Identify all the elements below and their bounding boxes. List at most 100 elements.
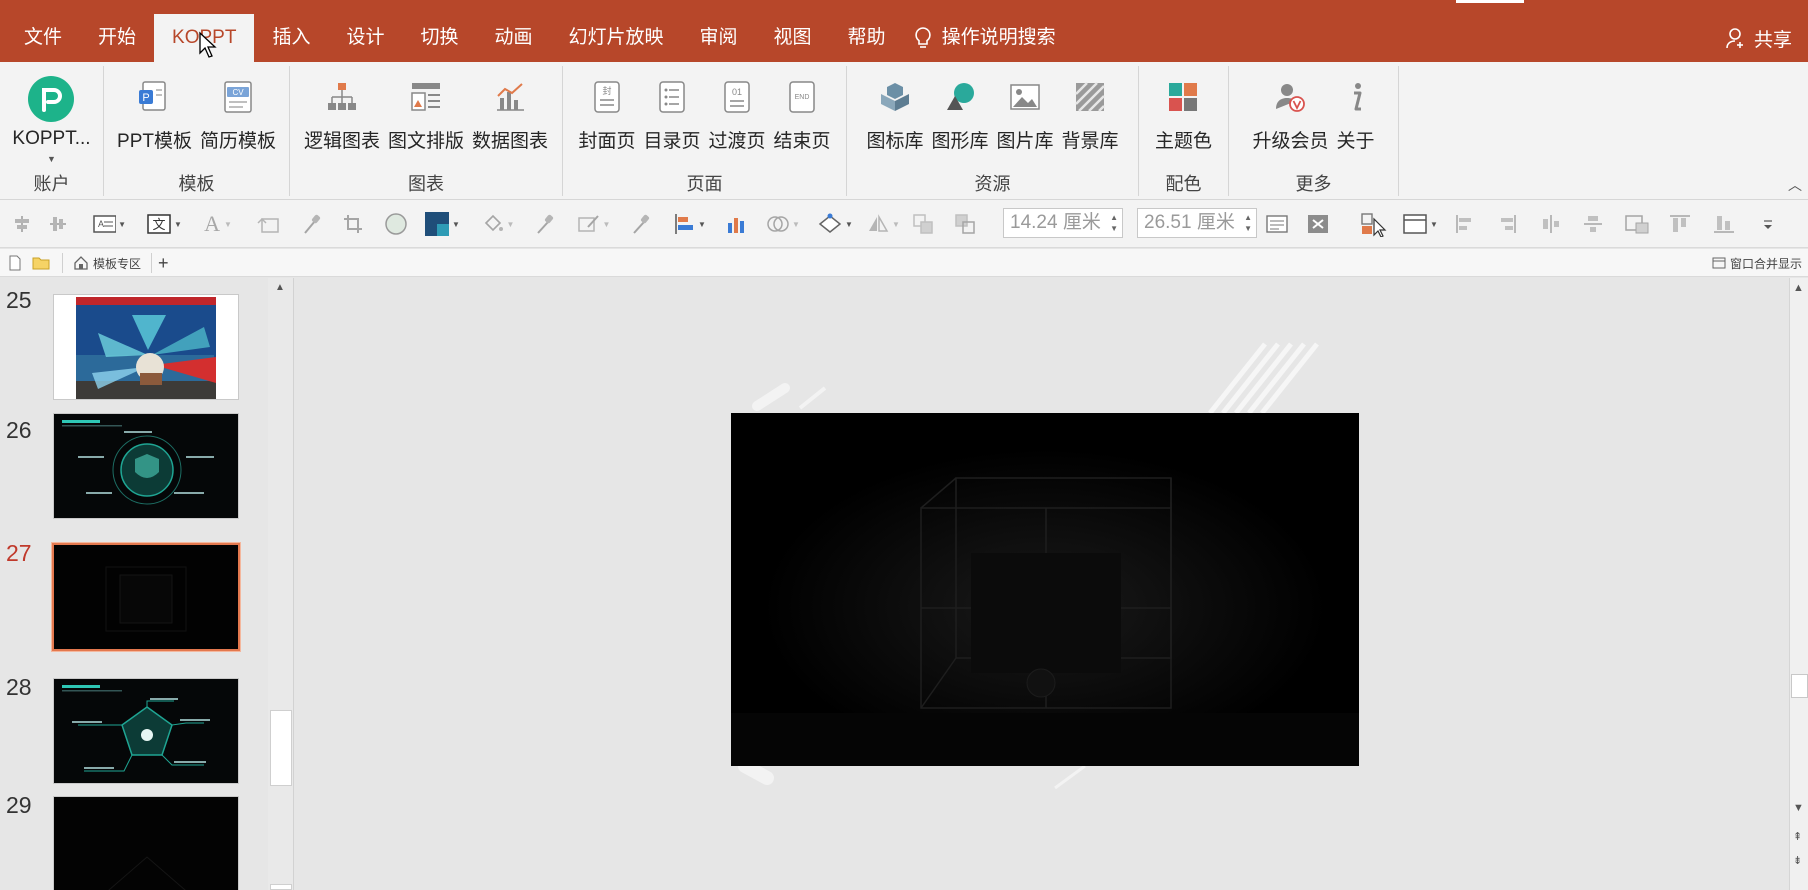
end-page-icon: END: [789, 81, 815, 113]
vertical-text-icon[interactable]: 文 ▼: [144, 210, 184, 238]
slide-26-preview-image: [54, 414, 238, 518]
crop-icon[interactable]: [340, 210, 366, 238]
svg-text:END: END: [795, 94, 810, 101]
replace-image-icon[interactable]: [254, 210, 282, 238]
koppt-account-button[interactable]: KOPPT... ▼: [8, 70, 94, 170]
distribute-horizontal-icon[interactable]: [1580, 210, 1606, 238]
chart-insert-icon[interactable]: [722, 210, 750, 238]
font-color-a-icon[interactable]: A ▼: [200, 210, 236, 238]
collapse-ribbon-icon[interactable]: ︿: [1788, 175, 1802, 195]
line-color-picker-icon[interactable]: [628, 210, 654, 238]
thumbnails-scroll-thumb[interactable]: [270, 710, 292, 786]
resume-template-icon: CV: [224, 81, 252, 113]
delete-box-icon[interactable]: [1304, 210, 1332, 238]
ppt-template-label: PPT模板: [117, 131, 192, 152]
shape-height-input[interactable]: 14.24 厘米 ▲ ▼: [1003, 208, 1123, 238]
merge-window-button[interactable]: 窗口合并显示: [1712, 253, 1802, 273]
upgrade-member-button[interactable]: 升级会员: [1248, 70, 1332, 170]
template-zone-tab[interactable]: 模板专区: [62, 253, 153, 273]
end-page-button[interactable]: END 结束页: [770, 70, 835, 170]
send-backward-icon[interactable]: [952, 210, 978, 238]
color-picker-icon[interactable]: [532, 210, 558, 238]
image-text-layout-button[interactable]: 图文排版: [384, 70, 468, 170]
end-page-label: 结束页: [773, 131, 831, 152]
tab-home[interactable]: 开始: [80, 14, 154, 62]
rotate-flip-icon[interactable]: ▼: [862, 210, 904, 238]
select-pointer-icon[interactable]: [1356, 210, 1390, 238]
spinner-arrows-icon[interactable]: ▲ ▼: [1244, 212, 1252, 234]
svg-text:01: 01: [732, 87, 742, 97]
tell-me-search[interactable]: 操作说明搜索: [904, 14, 1074, 62]
tab-file[interactable]: 文件: [0, 14, 80, 62]
scroll-up-arrow-icon[interactable]: ▲: [275, 282, 285, 293]
tab-slideshow[interactable]: 幻灯片放映: [551, 14, 682, 62]
about-button[interactable]: 关于: [1333, 70, 1379, 170]
ellipse-shape-icon[interactable]: [382, 210, 410, 238]
paint-bucket-icon[interactable]: ▼: [478, 210, 518, 238]
tab-help[interactable]: 帮助: [830, 14, 904, 62]
slide-thumbnail[interactable]: [53, 796, 239, 890]
tab-transitions[interactable]: 切换: [402, 14, 476, 62]
new-file-icon[interactable]: [8, 253, 22, 273]
tab-design[interactable]: 设计: [328, 14, 402, 62]
previous-slide-icon[interactable]: ⇞: [1793, 830, 1802, 843]
tab-insert[interactable]: 插入: [254, 14, 328, 62]
ppt-template-button[interactable]: P PPT模板: [113, 70, 196, 170]
transition-page-button[interactable]: 01 过渡页: [705, 70, 770, 170]
merge-shapes-icon[interactable]: ▼: [762, 210, 804, 238]
eyedropper-icon[interactable]: [298, 210, 324, 238]
scroll-down-arrow-icon[interactable]: ▼: [1793, 802, 1804, 814]
slide-scrollbar[interactable]: ▲ ▼ ⇞ ⇟: [1789, 278, 1808, 890]
shape-fill-color-icon[interactable]: ▼: [420, 210, 464, 238]
resume-template-button[interactable]: CV 简历模板: [196, 70, 280, 170]
icon-library-button[interactable]: 图标库: [862, 70, 927, 170]
cover-page-button[interactable]: 封 封面页: [574, 70, 639, 170]
background-library-button[interactable]: 背景库: [1058, 70, 1123, 170]
thumbnails-scrollbar[interactable]: ▲: [268, 278, 294, 890]
shape-library-button[interactable]: 图形库: [927, 70, 992, 170]
group-account: KOPPT... ▼ 账户: [0, 66, 104, 196]
distribute-vertical-icon[interactable]: [1538, 210, 1564, 238]
bar-chart-icon: [497, 83, 524, 111]
distribute-right-icon[interactable]: [1494, 210, 1520, 238]
svg-text:CV: CV: [232, 88, 244, 97]
tab-review[interactable]: 审阅: [682, 14, 756, 62]
tab-animations[interactable]: 动画: [476, 14, 550, 62]
open-folder-icon[interactable]: [32, 253, 50, 273]
spinner-arrows-icon[interactable]: ▲ ▼: [1110, 212, 1118, 234]
tab-view[interactable]: 视图: [756, 14, 830, 62]
top-align-bars-icon[interactable]: [1666, 210, 1694, 238]
customize-toolbar-icon[interactable]: [1758, 210, 1778, 238]
bottom-align-bars-icon[interactable]: [1710, 210, 1738, 238]
text-box-icon[interactable]: A ▼: [92, 210, 126, 238]
picture-position-icon[interactable]: [1622, 210, 1652, 238]
align-middle-icon[interactable]: [46, 210, 70, 238]
toc-page-button[interactable]: 目录页: [639, 70, 704, 170]
layout-box-icon[interactable]: ▼: [1398, 210, 1442, 238]
theme-color-button[interactable]: 主题色: [1151, 70, 1216, 170]
shape-width-input[interactable]: 26.51 厘米 ▲ ▼: [1137, 208, 1257, 238]
ppt-template-icon: P: [139, 81, 167, 111]
logic-chart-label: 逻辑图表: [303, 131, 380, 152]
align-center-h-icon[interactable]: [10, 210, 34, 238]
align-left-objects-icon[interactable]: ▼: [668, 210, 710, 238]
outline-pen-icon[interactable]: ▼: [572, 210, 614, 238]
share-button[interactable]: 共享: [1726, 14, 1792, 62]
slide-thumbnail[interactable]: [53, 413, 239, 519]
scroll-up-arrow-icon[interactable]: ▲: [1793, 282, 1804, 294]
logic-chart-button[interactable]: 逻辑图表: [300, 70, 384, 170]
next-slide-icon[interactable]: ⇟: [1793, 854, 1802, 867]
edit-shape-icon[interactable]: ▼: [812, 210, 858, 238]
slide-thumbnail[interactable]: [53, 678, 239, 784]
current-slide-canvas[interactable]: [731, 413, 1359, 766]
slide-scroll-thumb[interactable]: [1791, 674, 1808, 698]
slide-thumbnail-selected[interactable]: [52, 543, 240, 651]
add-tab-button[interactable]: +: [158, 253, 169, 273]
distribute-left-icon[interactable]: [1452, 210, 1478, 238]
text-wrap-box-icon[interactable]: [1263, 210, 1291, 238]
image-library-button[interactable]: 图片库: [993, 70, 1058, 170]
slide-thumbnail[interactable]: [53, 294, 239, 400]
bring-forward-icon[interactable]: [910, 210, 936, 238]
data-chart-button[interactable]: 数据图表: [468, 70, 552, 170]
slide-number: 25: [6, 287, 32, 313]
